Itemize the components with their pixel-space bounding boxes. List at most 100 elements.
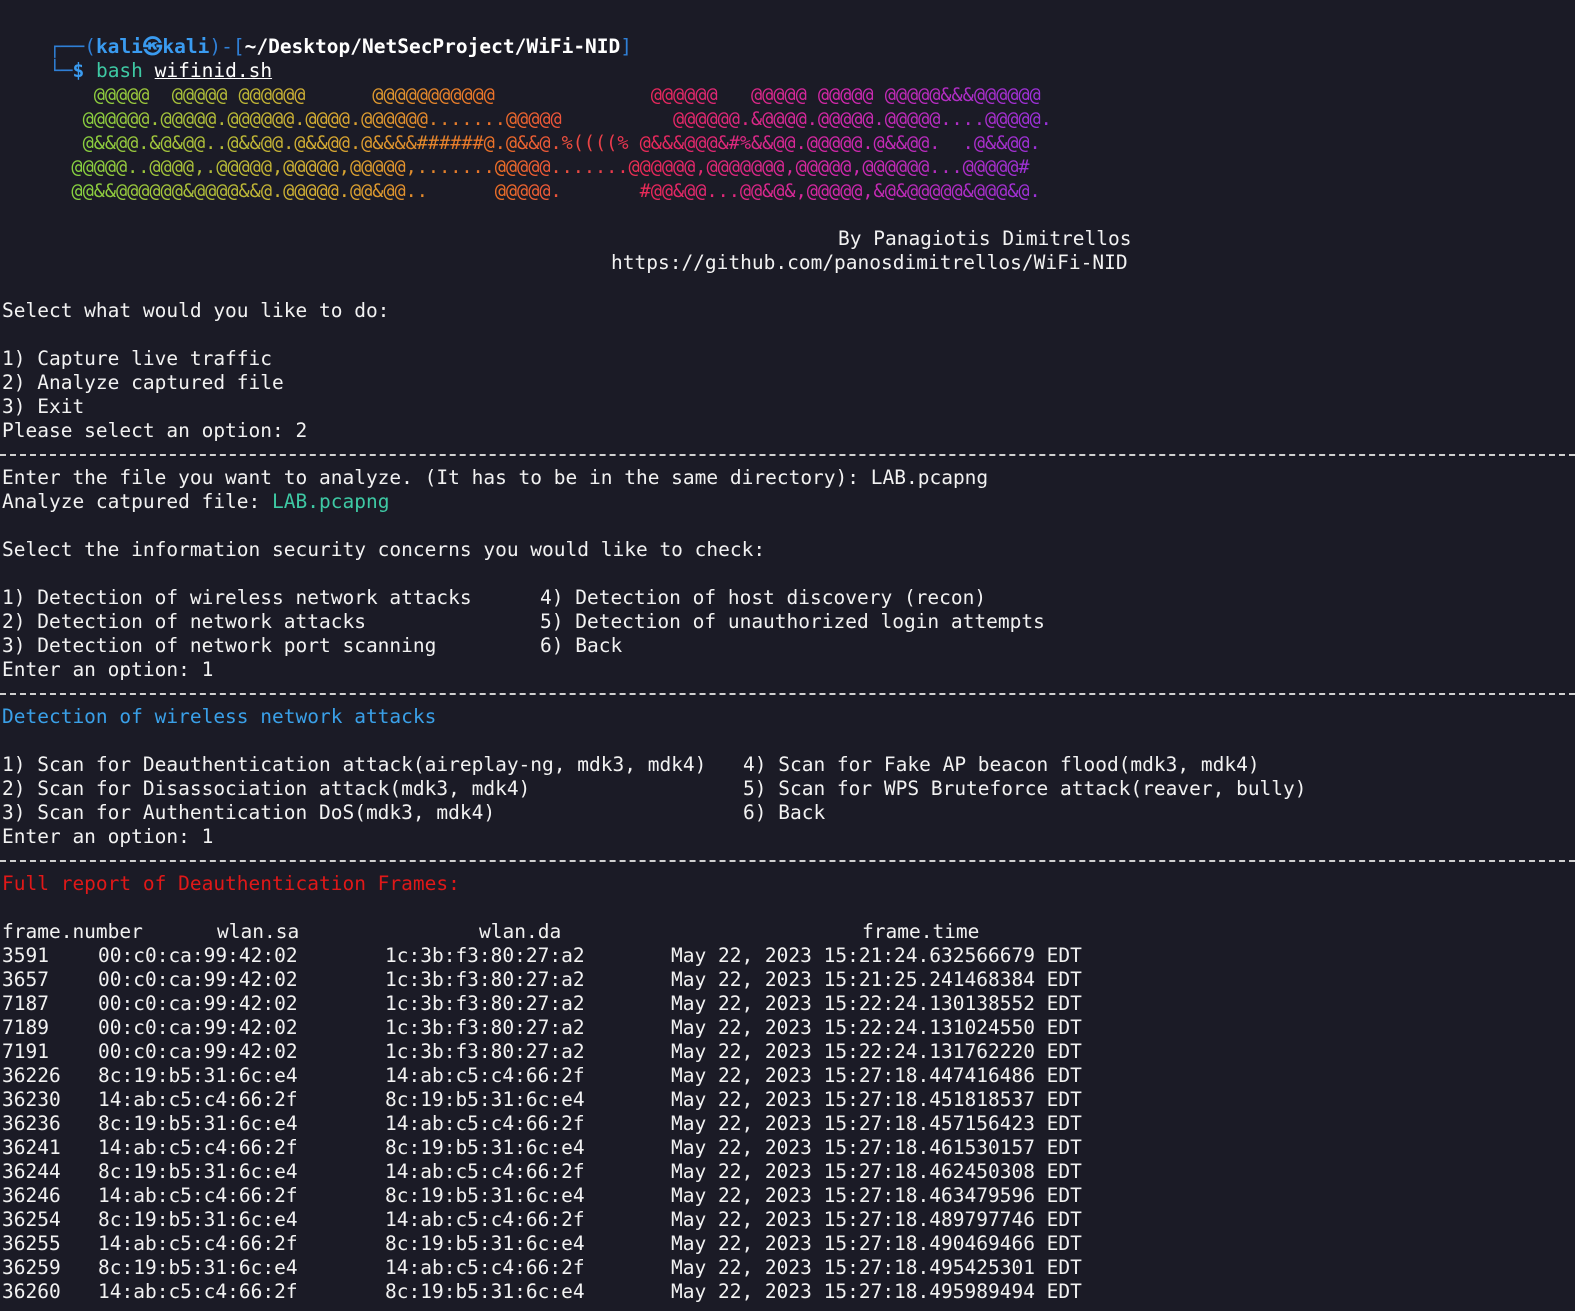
concern-option-2: 2) Detection of network attacks xyxy=(2,610,366,633)
concern-option-1: 1) Detection of wireless network attacks xyxy=(2,586,472,609)
cell-wlan-da: 14:ab:c5:c4:66:2f xyxy=(385,1208,585,1231)
prompt-corner: └─ xyxy=(48,59,73,82)
cell-wlan-sa: 00:c0:ca:99:42:02 xyxy=(98,1040,298,1063)
cell-frame-number: 7187 xyxy=(2,992,49,1015)
cell-frame-number: 7191 xyxy=(2,1040,49,1063)
cell-wlan-da: 1c:3b:f3:80:27:a2 xyxy=(385,944,585,967)
cell-wlan-sa: 14:ab:c5:c4:66:2f xyxy=(98,1280,298,1303)
cell-wlan-sa: 8c:19:b5:31:6c:e4 xyxy=(98,1112,298,1135)
cell-frame-time: May 22, 2023 15:27:18.463479596 EDT xyxy=(671,1184,1082,1207)
prompt-dollar: $ xyxy=(72,59,85,82)
cell-wlan-da: 1c:3b:f3:80:27:a2 xyxy=(385,1040,585,1063)
cell-wlan-sa: 00:c0:ca:99:42:02 xyxy=(98,968,298,991)
cell-wlan-sa: 14:ab:c5:c4:66:2f xyxy=(98,1136,298,1159)
cell-wlan-sa: 00:c0:ca:99:42:02 xyxy=(98,992,298,1015)
cell-frame-time: May 22, 2023 15:27:18.462450308 EDT xyxy=(671,1160,1082,1183)
main-menu-option-2: 2) Analyze captured file xyxy=(2,371,284,394)
cell-wlan-da: 1c:3b:f3:80:27:a2 xyxy=(385,968,585,991)
analyze-filename: LAB.pcapng xyxy=(272,490,390,513)
cell-frame-number: 36244 xyxy=(2,1160,61,1183)
cell-frame-time: May 22, 2023 15:21:25.241468384 EDT xyxy=(671,968,1082,991)
command-script[interactable]: wifinid.sh xyxy=(155,59,272,82)
wireless-enter: Enter an option: 1 xyxy=(2,825,214,848)
cell-wlan-da: 8c:19:b5:31:6c:e4 xyxy=(385,1280,585,1303)
main-menu-option-1: 1) Capture live traffic xyxy=(2,347,273,370)
cell-frame-time: May 22, 2023 15:22:24.131762220 EDT xyxy=(671,1040,1082,1063)
ascii-banner-line: @@@@@@.@@@@@.@@@@@@.@@@@.@@@@@@.......@@… xyxy=(82,109,1052,130)
cell-wlan-da: 8c:19:b5:31:6c:e4 xyxy=(385,1232,585,1255)
cell-frame-time: May 22, 2023 15:22:24.131024550 EDT xyxy=(671,1016,1082,1039)
cell-wlan-da: 8c:19:b5:31:6c:e4 xyxy=(385,1136,585,1159)
wireless-option-4: 4) Scan for Fake AP beacon flood(mdk3, m… xyxy=(743,753,1260,776)
main-menu-select: Please select an option: 2 xyxy=(2,419,308,442)
cell-frame-time: May 22, 2023 15:27:18.451818537 EDT xyxy=(671,1088,1082,1111)
wireless-option-5: 5) Scan for WPS Bruteforce attack(reaver… xyxy=(743,777,1307,800)
cell-frame-number: 36259 xyxy=(2,1256,61,1279)
divider xyxy=(0,454,1575,456)
wireless-option-1: 1) Scan for Deauthentication attack(aire… xyxy=(2,753,707,776)
ascii-banner-line: @@@@@ @@@@@ @@@@@@ @@@@@@@@@@@ @@@@@@ @@… xyxy=(93,85,1041,106)
cell-frame-number: 7189 xyxy=(2,1016,49,1039)
cell-frame-number: 36241 xyxy=(2,1136,61,1159)
prompt-path: ~/Desktop/NetSecProject/WiFi-NID xyxy=(244,35,621,58)
cell-wlan-da: 8c:19:b5:31:6c:e4 xyxy=(385,1088,585,1111)
report-title: Full report of Deauthentication Frames: xyxy=(2,872,460,895)
cell-frame-time: May 22, 2023 15:21:24.632566679 EDT xyxy=(671,944,1082,967)
analyze-label: Analyze catpured file: xyxy=(2,490,273,513)
wireless-option-2: 2) Scan for Disassociation attack(mdk3, … xyxy=(2,777,531,800)
cell-frame-time: May 22, 2023 15:27:18.490469466 EDT xyxy=(671,1232,1082,1255)
banner-url: https://github.com/panosdimitrellos/WiFi… xyxy=(611,251,1128,274)
analyze-file-line: Analyze catpured file: LAB.pcapng xyxy=(2,490,389,514)
ascii-banner-line: @@&&@@@@@@&@@@@&&@.@@@@@.@@&@@.. @@@@@. … xyxy=(71,181,1041,202)
cell-frame-number: 36254 xyxy=(2,1208,61,1231)
cell-frame-number: 3591 xyxy=(2,944,49,967)
terminal-window[interactable]: ┌──(kali㉿kali)-[~/Desktop/NetSecProject/… xyxy=(0,0,1575,1311)
concern-option-5: 5) Detection of unauthorized login attem… xyxy=(540,610,1045,633)
cell-wlan-da: 14:ab:c5:c4:66:2f xyxy=(385,1112,585,1135)
command-line: └─$ bash wifinid.sh xyxy=(2,35,272,82)
ascii-banner-line: @@@@@..@@@@,.@@@@@,@@@@@,@@@@@,.......@@… xyxy=(71,157,1030,178)
enter-file-line: Enter the file you want to analyze. (It … xyxy=(2,466,989,489)
cell-wlan-sa: 8c:19:b5:31:6c:e4 xyxy=(98,1064,298,1087)
header-frame-number: frame.number xyxy=(2,920,143,943)
cell-frame-time: May 22, 2023 15:22:24.130138552 EDT xyxy=(671,992,1082,1015)
banner-author: By Panagiotis Dimitrellos xyxy=(838,227,1132,250)
main-menu-option-3: 3) Exit xyxy=(2,395,85,418)
wireless-section-title: Detection of wireless network attacks xyxy=(2,705,437,728)
concern-option-4: 4) Detection of host discovery (recon) xyxy=(540,586,987,609)
cell-wlan-da: 1c:3b:f3:80:27:a2 xyxy=(385,1016,585,1039)
wireless-option-6: 6) Back xyxy=(743,801,826,824)
cell-frame-number: 3657 xyxy=(2,968,49,991)
cell-frame-time: May 22, 2023 15:27:18.495989494 EDT xyxy=(671,1280,1082,1303)
cell-frame-number: 36236 xyxy=(2,1112,61,1135)
main-menu-prompt: Select what would you like to do: xyxy=(2,299,390,322)
cell-wlan-sa: 8c:19:b5:31:6c:e4 xyxy=(98,1160,298,1183)
cell-wlan-da: 14:ab:c5:c4:66:2f xyxy=(385,1160,585,1183)
cell-frame-number: 36226 xyxy=(2,1064,61,1087)
cell-wlan-sa: 14:ab:c5:c4:66:2f xyxy=(98,1088,298,1111)
header-wlan-sa: wlan.sa xyxy=(217,920,300,943)
cell-wlan-sa: 14:ab:c5:c4:66:2f xyxy=(98,1184,298,1207)
cell-wlan-sa: 8c:19:b5:31:6c:e4 xyxy=(98,1208,298,1231)
cell-frame-number: 36230 xyxy=(2,1088,61,1111)
concern-option-6: 6) Back xyxy=(540,634,623,657)
prompt-line: ┌──(kali㉿kali)-[~/Desktop/NetSecProject/… xyxy=(2,11,632,58)
cell-wlan-da: 14:ab:c5:c4:66:2f xyxy=(385,1064,585,1087)
concern-option-3: 3) Detection of network port scanning xyxy=(2,634,437,657)
header-frame-time: frame.time xyxy=(862,920,980,943)
cell-wlan-sa: 00:c0:ca:99:42:02 xyxy=(98,944,298,967)
cell-frame-time: May 22, 2023 15:27:18.461530157 EDT xyxy=(671,1136,1082,1159)
ascii-banner-line: @&&@@.&@&@@..@&&@@.@&&@@.@&&&&######@.@&… xyxy=(82,133,1041,154)
command-bash: bash xyxy=(95,59,143,82)
cell-frame-time: May 22, 2023 15:27:18.447416486 EDT xyxy=(671,1064,1082,1087)
cell-frame-time: May 22, 2023 15:27:18.457156423 EDT xyxy=(671,1112,1082,1135)
cell-frame-number: 36260 xyxy=(2,1280,61,1303)
cell-wlan-sa: 00:c0:ca:99:42:02 xyxy=(98,1016,298,1039)
cell-frame-number: 36246 xyxy=(2,1184,61,1207)
cell-wlan-sa: 14:ab:c5:c4:66:2f xyxy=(98,1232,298,1255)
concerns-prompt: Select the information security concerns… xyxy=(2,538,766,561)
cell-frame-number: 36255 xyxy=(2,1232,61,1255)
divider xyxy=(0,693,1575,695)
wireless-option-3: 3) Scan for Authentication DoS(mdk3, mdk… xyxy=(2,801,496,824)
cell-wlan-da: 1c:3b:f3:80:27:a2 xyxy=(385,992,585,1015)
